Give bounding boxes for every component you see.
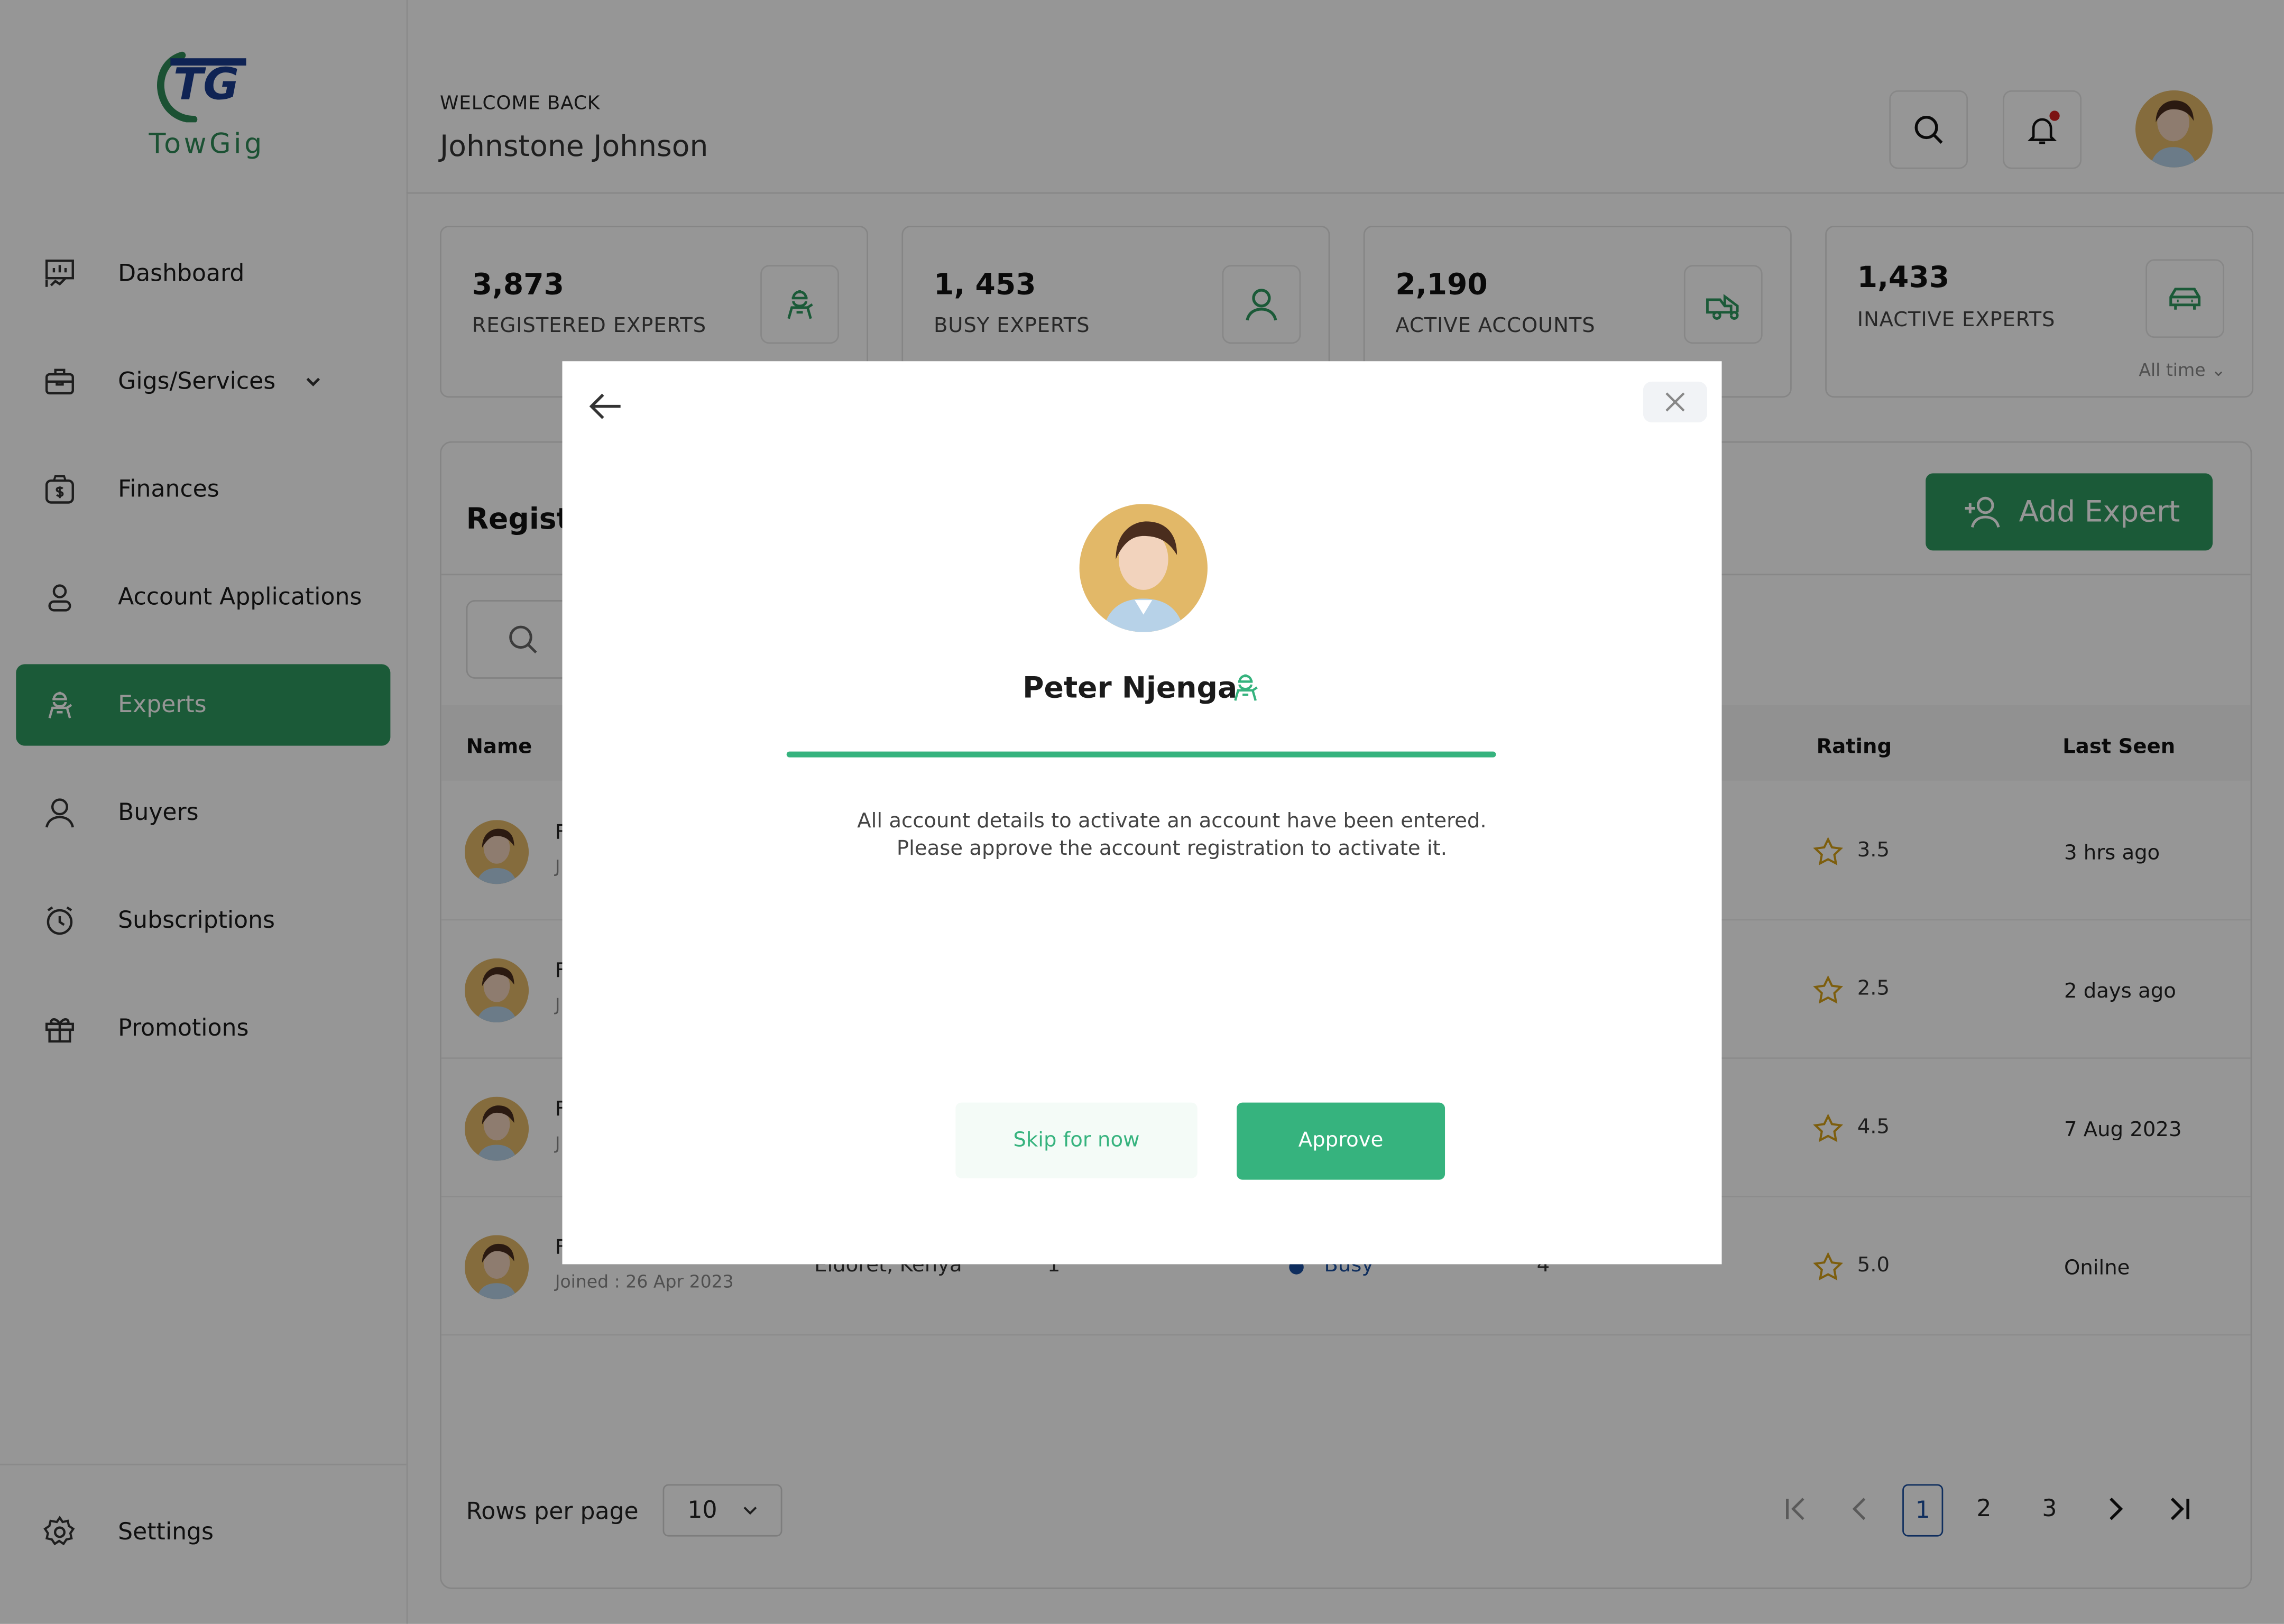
- mechanic-icon: [1234, 674, 1258, 701]
- approval-message-line-1: All account details to activate an accou…: [857, 809, 1487, 833]
- approval-message-line-2: Please approve the account registration …: [896, 837, 1448, 861]
- skip-button[interactable]: Skip for now: [955, 1102, 1198, 1178]
- approve-button[interactable]: Approve: [1237, 1102, 1445, 1180]
- expert-name: Peter Njenga: [1023, 670, 1238, 705]
- back-arrow-icon[interactable]: [587, 387, 625, 426]
- app-root: TG TowGig Dashboard Gigs/Services Financ…: [0, 0, 2284, 1624]
- approve-account-modal: Peter Njenga All account details to acti…: [562, 361, 1722, 1265]
- registration-progress-fill: [786, 751, 1496, 758]
- close-button[interactable]: [1643, 381, 1707, 422]
- approval-message: All account details to activate an accou…: [781, 808, 1563, 864]
- expert-avatar: [1079, 504, 1208, 632]
- avatar-image: [1079, 504, 1208, 632]
- registration-progress-bar: [786, 751, 1496, 758]
- close-icon: [1665, 392, 1685, 412]
